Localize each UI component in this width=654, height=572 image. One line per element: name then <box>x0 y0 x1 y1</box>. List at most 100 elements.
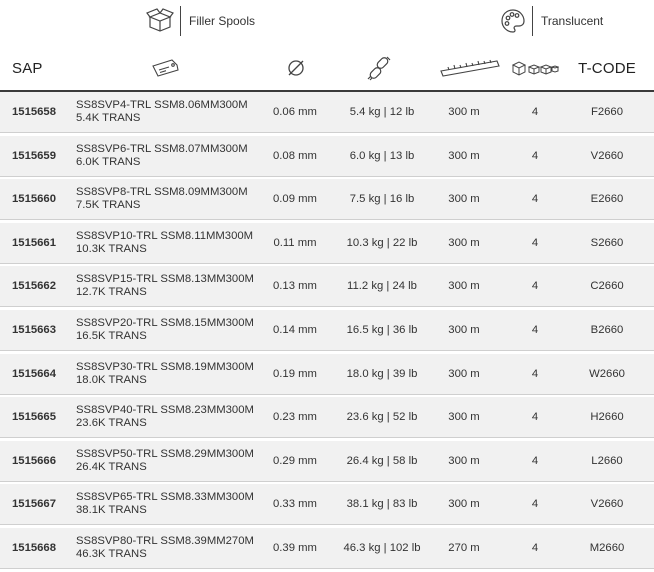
length-cell: 300 m <box>448 236 480 249</box>
quantity-cell: 4 <box>531 498 539 511</box>
tcode-header-label: T-CODE <box>578 59 636 77</box>
length-cell: 300 m <box>448 193 480 206</box>
description-line-1: SS8SVP80-TRL SSM8.39MM270M <box>76 534 254 547</box>
sap-cell: 1515660 <box>12 193 56 206</box>
description-line-2: 12.7K TRANS <box>76 286 147 299</box>
ruler-icon <box>439 57 501 79</box>
description-cell: SS8SVP80-TRL SSM8.39MM270M 46.3K TRANS <box>76 528 266 568</box>
strength-cell: 7.5 kg | 16 lb <box>349 193 415 206</box>
description-line-2: 16.5K TRANS <box>76 329 147 342</box>
boxes-icon <box>511 59 559 77</box>
sap-cell: 1515659 <box>12 149 56 162</box>
length-cell: 300 m <box>448 411 480 424</box>
description-line-2: 23.6K TRANS <box>76 417 147 430</box>
table-row: 1515668 SS8SVP80-TRL SSM8.39MM270M 46.3K … <box>0 527 654 569</box>
table-row: 1515664 SS8SVP30-TRL SSM8.19MM300M 18.0K … <box>0 353 654 395</box>
diameter-cell: 0.11 mm <box>273 236 317 249</box>
description-cell: SS8SVP50-TRL SSM8.29MM300M 26.4K TRANS <box>76 441 266 481</box>
sap-header: SAP <box>12 48 62 88</box>
quantity-cell: 4 <box>531 367 539 380</box>
tcode-cell: S2660 <box>590 236 624 249</box>
strength-cell: 6.0 kg | 13 lb <box>349 149 415 162</box>
strength-cell: 26.4 kg | 58 lb <box>346 454 418 467</box>
strength-cell: 5.4 kg | 12 lb <box>349 106 415 118</box>
quantity-cell: 4 <box>531 236 539 249</box>
tcode-cell: H2660 <box>590 411 624 424</box>
diameter-cell: 0.39 mm <box>273 541 317 554</box>
length-cell: 300 m <box>448 323 480 336</box>
description-line-1: SS8SVP50-TRL SSM8.29MM300M <box>76 447 254 460</box>
description-cell: SS8SVP8-TRL SSM8.09MM300M 7.5K TRANS <box>76 179 266 219</box>
quantity-cell: 4 <box>531 149 539 162</box>
sap-cell: 1515658 <box>12 106 56 118</box>
length-header <box>438 48 502 88</box>
table-header: SAP T-CODE <box>0 48 654 92</box>
description-line-1: SS8SVP40-TRL SSM8.23MM300M <box>76 404 254 417</box>
description-line-2: 26.4K TRANS <box>76 460 147 473</box>
description-cell: SS8SVP30-TRL SSM8.19MM300M 18.0K TRANS <box>76 354 266 394</box>
translucent-label: Translucent <box>541 14 604 28</box>
length-cell: 300 m <box>448 149 480 162</box>
sap-cell: 1515662 <box>12 280 56 293</box>
table-row: 1515666 SS8SVP50-TRL SSM8.29MM300M 26.4K … <box>0 440 654 482</box>
description-line-2: 46.3K TRANS <box>76 547 147 560</box>
divider <box>532 6 533 36</box>
description-cell: SS8SVP4-TRL SSM8.06MM300M 5.4K TRANS <box>76 92 266 132</box>
tcode-cell: V2660 <box>590 149 624 162</box>
strength-cell: 11.2 kg | 24 lb <box>347 280 417 293</box>
diameter-header <box>284 48 308 88</box>
table-row: 1515658 SS8SVP4-TRL SSM8.06MM300M 5.4K TR… <box>0 92 654 133</box>
length-cell: 300 m <box>448 498 480 511</box>
table-row: 1515665 SS8SVP40-TRL SSM8.23MM300M 23.6K … <box>0 397 654 439</box>
length-cell: 270 m <box>448 541 480 554</box>
description-line-1: SS8SVP6-TRL SSM8.07MM300M <box>76 142 248 155</box>
chain-link-icon <box>366 55 392 81</box>
table-row: 1515667 SS8SVP65-TRL SSM8.33MM300M 38.1K … <box>0 484 654 526</box>
tcode-cell: C2660 <box>590 280 624 293</box>
tcode-cell: E2660 <box>590 193 624 206</box>
description-cell: SS8SVP10-TRL SSM8.11MM300M 10.3K TRANS <box>76 223 266 263</box>
description-line-1: SS8SVP15-TRL SSM8.13MM300M <box>76 273 254 286</box>
filler-spools-label-group: Filler Spools <box>146 6 255 36</box>
length-cell: 300 m <box>448 367 480 380</box>
strength-cell: 38.1 kg | 83 lb <box>346 498 418 511</box>
sap-header-label: SAP <box>12 59 43 77</box>
quantity-header <box>510 48 560 88</box>
sap-cell: 1515667 <box>12 498 56 511</box>
description-line-1: SS8SVP4-TRL SSM8.06MM300M <box>76 99 248 111</box>
quantity-cell: 4 <box>531 411 539 424</box>
description-line-1: SS8SVP20-TRL SSM8.15MM300M <box>76 316 254 329</box>
table-row: 1515663 SS8SVP20-TRL SSM8.15MM300M 16.5K … <box>0 309 654 351</box>
quantity-cell: 4 <box>531 193 539 206</box>
strength-cell: 46.3 kg | 102 lb <box>343 541 421 554</box>
diameter-cell: 0.33 mm <box>273 498 317 511</box>
description-cell: SS8SVP40-TRL SSM8.23MM300M 23.6K TRANS <box>76 397 266 437</box>
diameter-cell: 0.14 mm <box>273 323 317 336</box>
length-cell: 300 m <box>448 280 480 293</box>
strength-cell: 10.3 kg | 22 lb <box>346 236 418 249</box>
strength-cell: 23.6 kg | 52 lb <box>346 411 418 424</box>
diameter-cell: 0.29 mm <box>273 454 317 467</box>
diameter-icon <box>286 58 306 78</box>
sap-cell: 1515661 <box>12 236 56 249</box>
open-box-icon <box>146 8 174 34</box>
price-tag-icon <box>150 58 180 78</box>
sap-cell: 1515666 <box>12 454 56 467</box>
length-cell: 300 m <box>448 454 480 467</box>
description-header <box>148 48 182 88</box>
filler-spools-label: Filler Spools <box>189 14 256 28</box>
tcode-cell: W2660 <box>589 367 625 380</box>
tcode-cell: B2660 <box>590 323 624 336</box>
tcode-cell: V2660 <box>590 498 624 511</box>
description-cell: SS8SVP6-TRL SSM8.07MM300M 6.0K TRANS <box>76 136 266 176</box>
sap-cell: 1515665 <box>12 411 56 424</box>
description-line-1: SS8SVP8-TRL SSM8.09MM300M <box>76 186 248 199</box>
length-cell: 300 m <box>448 106 480 118</box>
description-line-2: 7.5K TRANS <box>76 199 141 212</box>
quantity-cell: 4 <box>531 454 539 467</box>
quantity-cell: 4 <box>531 280 539 293</box>
description-line-2: 18.0K TRANS <box>76 373 147 386</box>
description-cell: SS8SVP65-TRL SSM8.33MM300M 38.1K TRANS <box>76 484 266 524</box>
strength-header <box>364 48 394 88</box>
description-cell: SS8SVP20-TRL SSM8.15MM300M 16.5K TRANS <box>76 310 266 350</box>
